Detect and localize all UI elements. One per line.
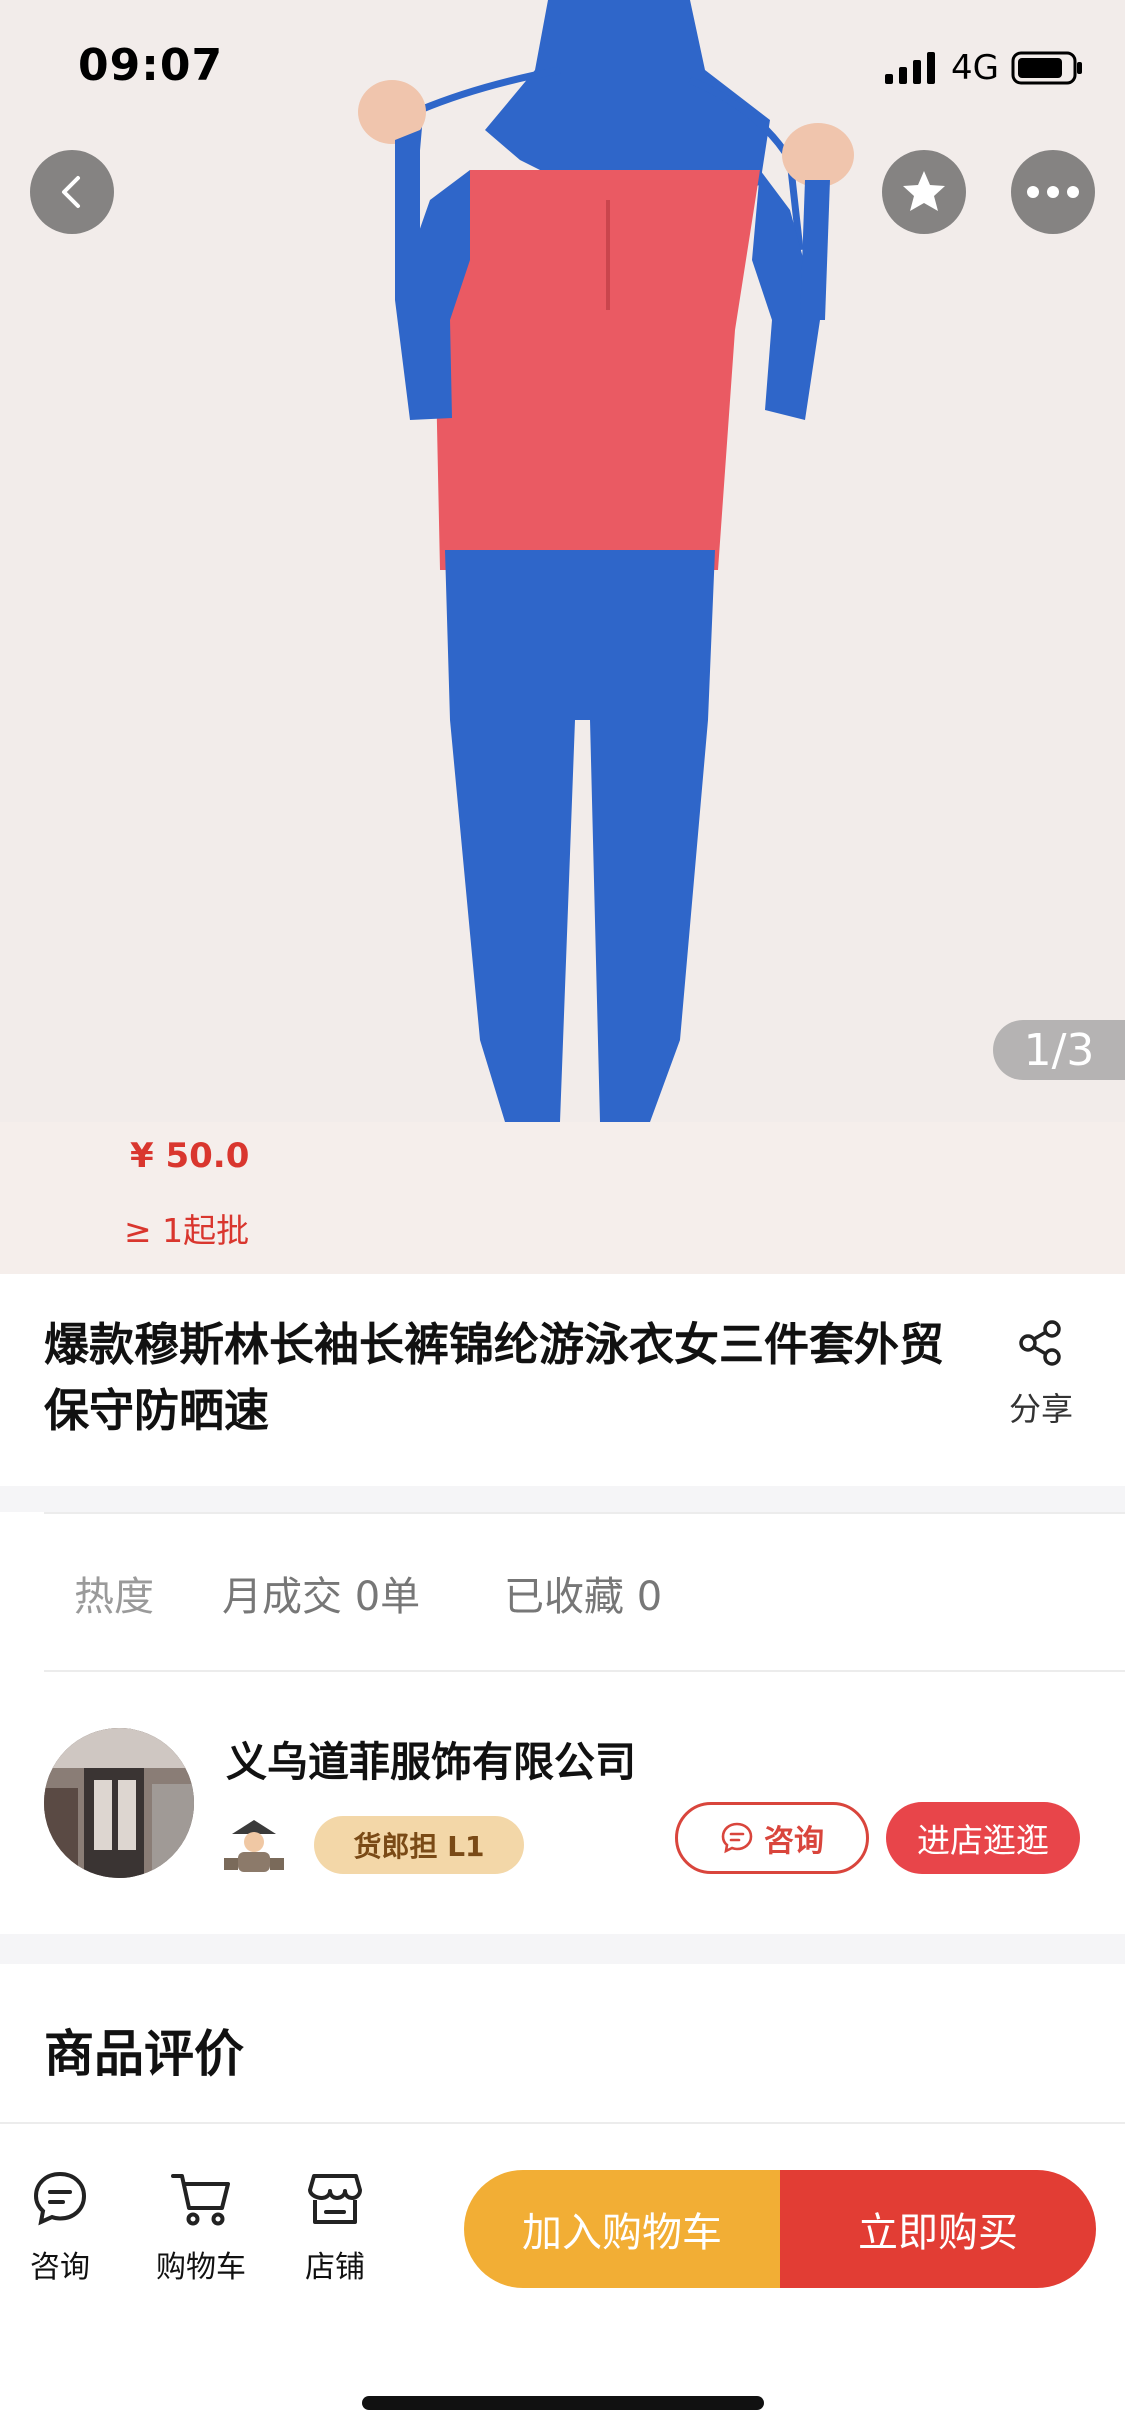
reviews-title: 商品评价 — [44, 2025, 244, 2083]
stats-row: 热度 月成交 0单 已收藏 0 — [0, 1512, 1125, 1672]
more-button[interactable] — [1011, 150, 1095, 234]
buy-now-button[interactable]: 立即购买 — [780, 2170, 1096, 2288]
peddler-level-icon — [224, 1820, 284, 1872]
star-icon — [903, 171, 945, 211]
section-divider — [0, 1934, 1125, 1964]
product-title-section: 爆款穆斯林长袖长裤锦纶游泳衣女三件套外贸保守防晒速 分享 — [0, 1274, 1125, 1486]
back-icon — [62, 176, 80, 208]
chat-icon — [33, 2171, 87, 2226]
more-icon — [1027, 186, 1079, 198]
product-title: 爆款穆斯林长袖长裤锦纶游泳衣女三件套外贸保守防晒速 — [44, 1318, 945, 1437]
add-to-cart-button[interactable]: 加入购物车 — [464, 2170, 780, 2288]
shop-name: 义乌道菲服饰有限公司 — [226, 1738, 636, 1786]
network-label: 4G — [951, 48, 999, 88]
status-indicators: 4G — [885, 48, 1083, 88]
min-batch-label: ≥ 1起批 — [124, 1211, 250, 1250]
share-icon — [1019, 1320, 1061, 1366]
price-amount: ¥ 50.0 — [130, 1136, 250, 1176]
shop-consult-label: 咨询 — [764, 1824, 824, 1859]
shop-card: 义乌道菲服饰有限公司 货郎担 L1 咨询 进店逛逛 — [0, 1672, 1125, 1934]
status-bar: 09:07 4G — [0, 0, 1125, 140]
section-divider — [0, 1486, 1125, 1512]
favorite-button[interactable] — [882, 150, 966, 234]
stat-monthly-deals: 月成交 0单 — [222, 1574, 421, 1620]
cart-icon — [171, 2174, 230, 2226]
tab-cart-label: 购物车 — [156, 2250, 246, 2285]
image-counter: 1/3 — [993, 1020, 1125, 1080]
status-time: 09:07 — [78, 40, 224, 91]
share-label: 分享 — [1008, 1390, 1073, 1428]
stat-heat: 热度 — [74, 1574, 154, 1620]
shop-level-badge: 货郎担 L1 — [314, 1816, 524, 1874]
tab-consult-label: 咨询 — [30, 2250, 90, 2285]
shop-avatar-image — [44, 1728, 194, 1878]
stat-favorites: 已收藏 0 — [504, 1574, 663, 1620]
shop-consult-button[interactable]: 咨询 — [675, 1802, 869, 1874]
store-icon — [308, 2174, 362, 2224]
shop-avatar[interactable] — [44, 1728, 194, 1878]
chat-icon — [721, 1822, 753, 1854]
home-indicator — [362, 2396, 764, 2410]
reviews-section[interactable]: 商品评价 — [0, 1964, 1125, 2124]
bottom-action-bar: 咨询 购物车 店铺 加入购物车 立即购买 — [0, 2126, 1125, 2436]
tab-store[interactable]: 店铺 — [305, 2170, 365, 2286]
signal-icon — [885, 52, 936, 84]
back-button[interactable] — [30, 150, 114, 234]
product-image-gallery[interactable]: 09:07 4G 1/3 — [0, 0, 1125, 1122]
tab-cart[interactable]: 购物车 — [156, 2170, 246, 2286]
price-section: ¥ 50.0 ≥ 1起批 — [0, 1122, 1125, 1274]
divider-line — [44, 1512, 1125, 1514]
share-button[interactable]: 分享 — [1001, 1318, 1081, 1430]
tab-consult[interactable]: 咨询 — [30, 2170, 90, 2286]
battery-icon — [1011, 51, 1082, 85]
tab-store-label: 店铺 — [305, 2250, 365, 2285]
divider-line — [0, 2122, 1125, 2124]
enter-shop-button[interactable]: 进店逛逛 — [886, 1802, 1080, 1874]
